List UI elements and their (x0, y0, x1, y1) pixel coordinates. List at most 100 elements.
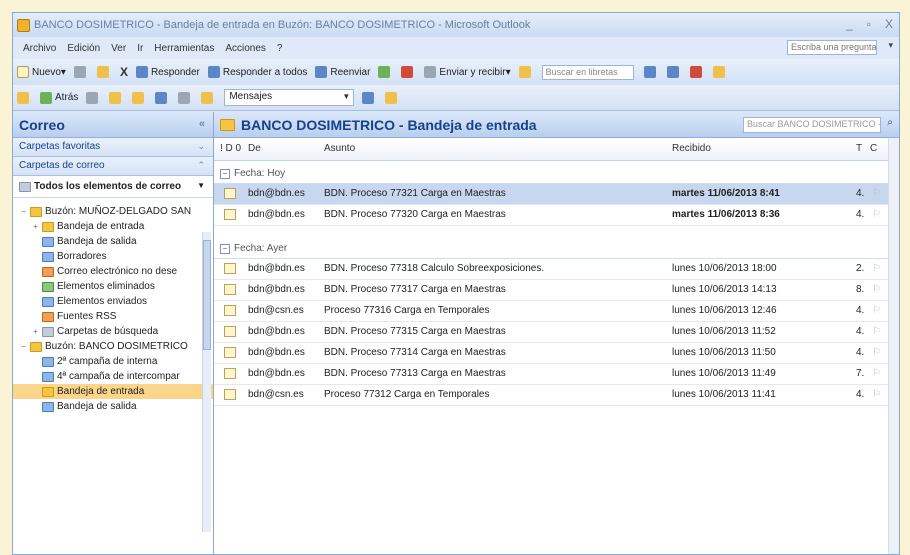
view-button-1[interactable] (362, 91, 377, 104)
flag-icon[interactable]: ⚐ (872, 284, 881, 295)
mail-row[interactable]: bdn@bdn.es BDN. Proceso 77315 Carga en Ma… (214, 322, 899, 343)
view-button-2[interactable] (385, 91, 400, 104)
inbox-folder-icon (220, 118, 235, 131)
menu-ver[interactable]: Ver (111, 43, 126, 54)
help-question-input[interactable]: Escriba una pregunta (787, 40, 877, 55)
menu-ayuda[interactable]: ? (277, 43, 283, 54)
help-dropdown-icon[interactable]: ▾ (888, 40, 893, 51)
folder-tree-item[interactable]: 2ª campaña de interna (13, 354, 213, 369)
forward-nav-button[interactable] (86, 91, 101, 104)
flag-icon[interactable]: ⚐ (872, 368, 881, 379)
chevron-down-icon[interactable]: ⌄ (197, 141, 205, 152)
folder-tree-item[interactable]: Bandeja de entrada (13, 384, 213, 399)
new-button[interactable]: Nuevo ▾ (17, 66, 66, 78)
back-button[interactable]: Atrás (40, 91, 78, 104)
column-subject[interactable]: Asunto (324, 143, 355, 154)
folder-tree-item[interactable]: 4ª campaña de intercompar (13, 369, 213, 384)
date-group-header[interactable]: − Fecha: Hoy (214, 161, 899, 184)
forward-button[interactable]: Reenviar (315, 66, 370, 78)
mail-row[interactable]: bdn@bdn.es BDN. Proceso 77313 Carga en Ma… (214, 364, 899, 385)
mail-row[interactable]: bdn@bdn.es BDN. Proceso 77317 Carga en Ma… (214, 280, 899, 301)
expand-toggle-icon[interactable]: − (19, 342, 28, 351)
flag-icon[interactable]: ⚐ (872, 209, 881, 220)
column-from[interactable]: De (248, 143, 261, 154)
favorite-folders-section[interactable]: Carpetas favoritas ⌄ (13, 138, 213, 157)
help-button[interactable] (643, 66, 659, 78)
expand-toggle-icon[interactable]: − (19, 207, 28, 216)
reading-pane-button[interactable] (132, 91, 147, 104)
outlook-today-button[interactable] (17, 91, 32, 104)
expand-toggle-icon[interactable]: + (31, 222, 40, 231)
maximize-button[interactable]: ▫ (867, 17, 871, 31)
folder-tree-item[interactable]: − Buzón: MUÑOZ-DELGADO SAN (13, 204, 213, 219)
folder-tree-item[interactable]: Elementos enviados (13, 294, 213, 309)
folder-tree-item[interactable]: Borradores (13, 249, 213, 264)
folder-tree-item[interactable]: + Bandeja de entrada (13, 219, 213, 234)
extra-button-2[interactable] (689, 66, 705, 78)
followup-button[interactable] (401, 66, 416, 78)
messages-view-select[interactable]: Mensajes ▼ (224, 89, 355, 106)
column-received[interactable]: Recibido (672, 143, 711, 154)
search-address-input[interactable]: Buscar en libretas (541, 64, 634, 80)
address-book-button[interactable] (518, 66, 534, 78)
mail-folders-section[interactable]: Carpetas de correo ⌃ (13, 157, 213, 176)
collapse-group-icon[interactable]: − (220, 169, 230, 179)
chevron-up-icon[interactable]: ⌃ (197, 160, 205, 171)
list-scrollbar[interactable] (888, 138, 899, 554)
folder-tree-item[interactable]: Fuentes RSS (13, 309, 213, 324)
print-button[interactable] (73, 66, 89, 78)
column-icons[interactable]: ! D 0 (220, 143, 241, 154)
rules-button[interactable] (201, 91, 216, 104)
menu-edicion[interactable]: Edición (67, 43, 100, 54)
categorize-button[interactable] (378, 66, 393, 78)
close-button[interactable]: X (885, 17, 893, 31)
folder-tree-item[interactable]: Bandeja de salida (13, 399, 213, 414)
menu-ir[interactable]: Ir (137, 43, 143, 54)
mail-row[interactable]: bdn@bdn.es BDN. Proceso 77318 Calculo Sob… (214, 259, 899, 280)
column-size[interactable]: T (856, 143, 862, 154)
move-button[interactable] (96, 66, 112, 78)
nav-scrollbar[interactable] (202, 232, 211, 532)
send-receive-button[interactable]: Enviar y recibir ▾ (424, 66, 511, 78)
extra-button-1[interactable] (666, 66, 682, 78)
flag-icon[interactable]: ⚐ (872, 188, 881, 199)
date-group-header[interactable]: − Fecha: Ayer (214, 236, 899, 259)
flag-icon[interactable]: ⚐ (872, 347, 881, 358)
expand-toggle-icon[interactable]: + (31, 327, 40, 336)
folder-search-input[interactable]: Buscar BANCO DOSIMETRICO - Bandej (743, 117, 881, 133)
reply-all-button[interactable]: Responder a todos (207, 66, 307, 78)
menu-acciones[interactable]: Acciones (225, 43, 266, 54)
folder-up-button[interactable] (109, 91, 124, 104)
folder-tree-item[interactable]: Correo electrónico no dese (13, 264, 213, 279)
mail-row[interactable]: bdn@csn.es Proceso 77316 Carga en Tempora… (214, 301, 899, 322)
folder-tree-item[interactable]: + Carpetas de búsqueda (13, 324, 213, 339)
undo-button[interactable] (178, 91, 193, 104)
menu-herramientas[interactable]: Herramientas (154, 43, 214, 54)
extra-button-3[interactable] (712, 66, 728, 78)
search-icon[interactable]: ⌕ (887, 117, 893, 128)
minimize-button[interactable]: _ (846, 17, 853, 31)
delete-button[interactable]: X (120, 65, 128, 79)
collapse-group-icon[interactable]: − (220, 244, 230, 254)
flag-icon[interactable]: ⚐ (872, 389, 881, 400)
reply-button[interactable]: Responder (135, 66, 200, 78)
mail-row[interactable]: bdn@csn.es Proceso 77312 Carga en Tempora… (214, 385, 899, 406)
folder-tree-item[interactable]: − Buzón: BANCO DOSIMETRICO (13, 339, 213, 354)
flag-icon[interactable]: ⚐ (872, 305, 881, 316)
flag-icon[interactable]: ⚐ (872, 263, 881, 274)
flag-icon[interactable]: ⚐ (872, 326, 881, 337)
column-flag[interactable]: C (870, 143, 877, 154)
mail-row[interactable]: bdn@bdn.es BDN. Proceso 77314 Carga en Ma… (214, 343, 899, 364)
folder-tree-item[interactable]: Elementos eliminados (13, 279, 213, 294)
scroll-thumb[interactable] (203, 240, 211, 350)
mail-from: bdn@csn.es (248, 305, 304, 316)
mail-row[interactable]: bdn@bdn.es BDN. Proceso 77321 Carga en Ma… (214, 184, 899, 205)
all-mail-items[interactable]: Todos los elementos de correo ▼ (13, 176, 213, 198)
chevron-down-icon: ▼ (342, 92, 351, 101)
mail-row[interactable]: bdn@bdn.es BDN. Proceso 77320 Carga en Ma… (214, 205, 899, 226)
menu-archivo[interactable]: Archivo (23, 43, 56, 54)
folder-tree-item[interactable]: Bandeja de salida (13, 234, 213, 249)
chevron-down-icon[interactable]: ▼ (197, 181, 205, 190)
collapse-pane-icon[interactable]: « (199, 118, 205, 130)
preview-button[interactable] (155, 91, 170, 104)
